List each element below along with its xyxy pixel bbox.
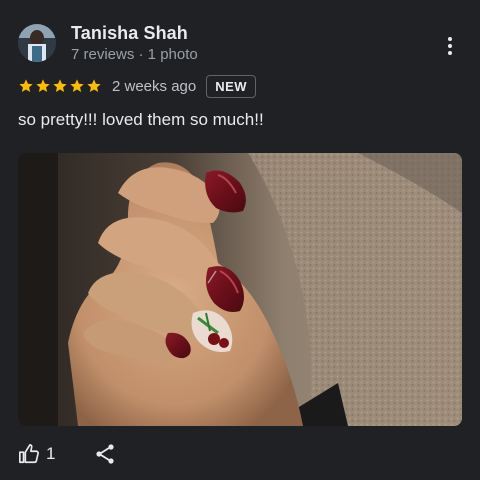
dot <box>448 37 452 41</box>
like-button[interactable]: 1 <box>18 442 55 466</box>
star-icon <box>53 79 67 92</box>
review-text: so pretty!!! loved them so much!! <box>18 110 264 129</box>
nails-photo <box>18 153 462 426</box>
review-date: 2 weeks ago <box>112 77 197 95</box>
star-icon <box>87 79 101 92</box>
thumbs-up-icon <box>19 444 39 464</box>
more-options-icon[interactable] <box>436 32 464 60</box>
star-icon <box>70 79 84 92</box>
new-badge: NEW <box>206 74 257 98</box>
share-icon[interactable] <box>93 442 117 466</box>
star-icon <box>36 79 50 92</box>
avatar[interactable] <box>18 24 56 62</box>
star-icon <box>19 79 33 92</box>
review-photo[interactable] <box>18 153 462 426</box>
avatar-image <box>18 24 56 62</box>
dot <box>448 44 452 48</box>
author-meta: 7 reviews · 1 photo <box>71 46 198 63</box>
star-rating <box>18 78 102 94</box>
author-name[interactable]: Tanisha Shah <box>71 23 188 44</box>
share-icon-graphic <box>96 444 114 464</box>
review-card: Tanisha Shah 7 reviews · 1 photo 2 weeks… <box>0 0 480 480</box>
dot <box>448 51 452 55</box>
like-count: 1 <box>46 444 56 463</box>
rating-row: 2 weeks ago NEW <box>18 73 257 99</box>
